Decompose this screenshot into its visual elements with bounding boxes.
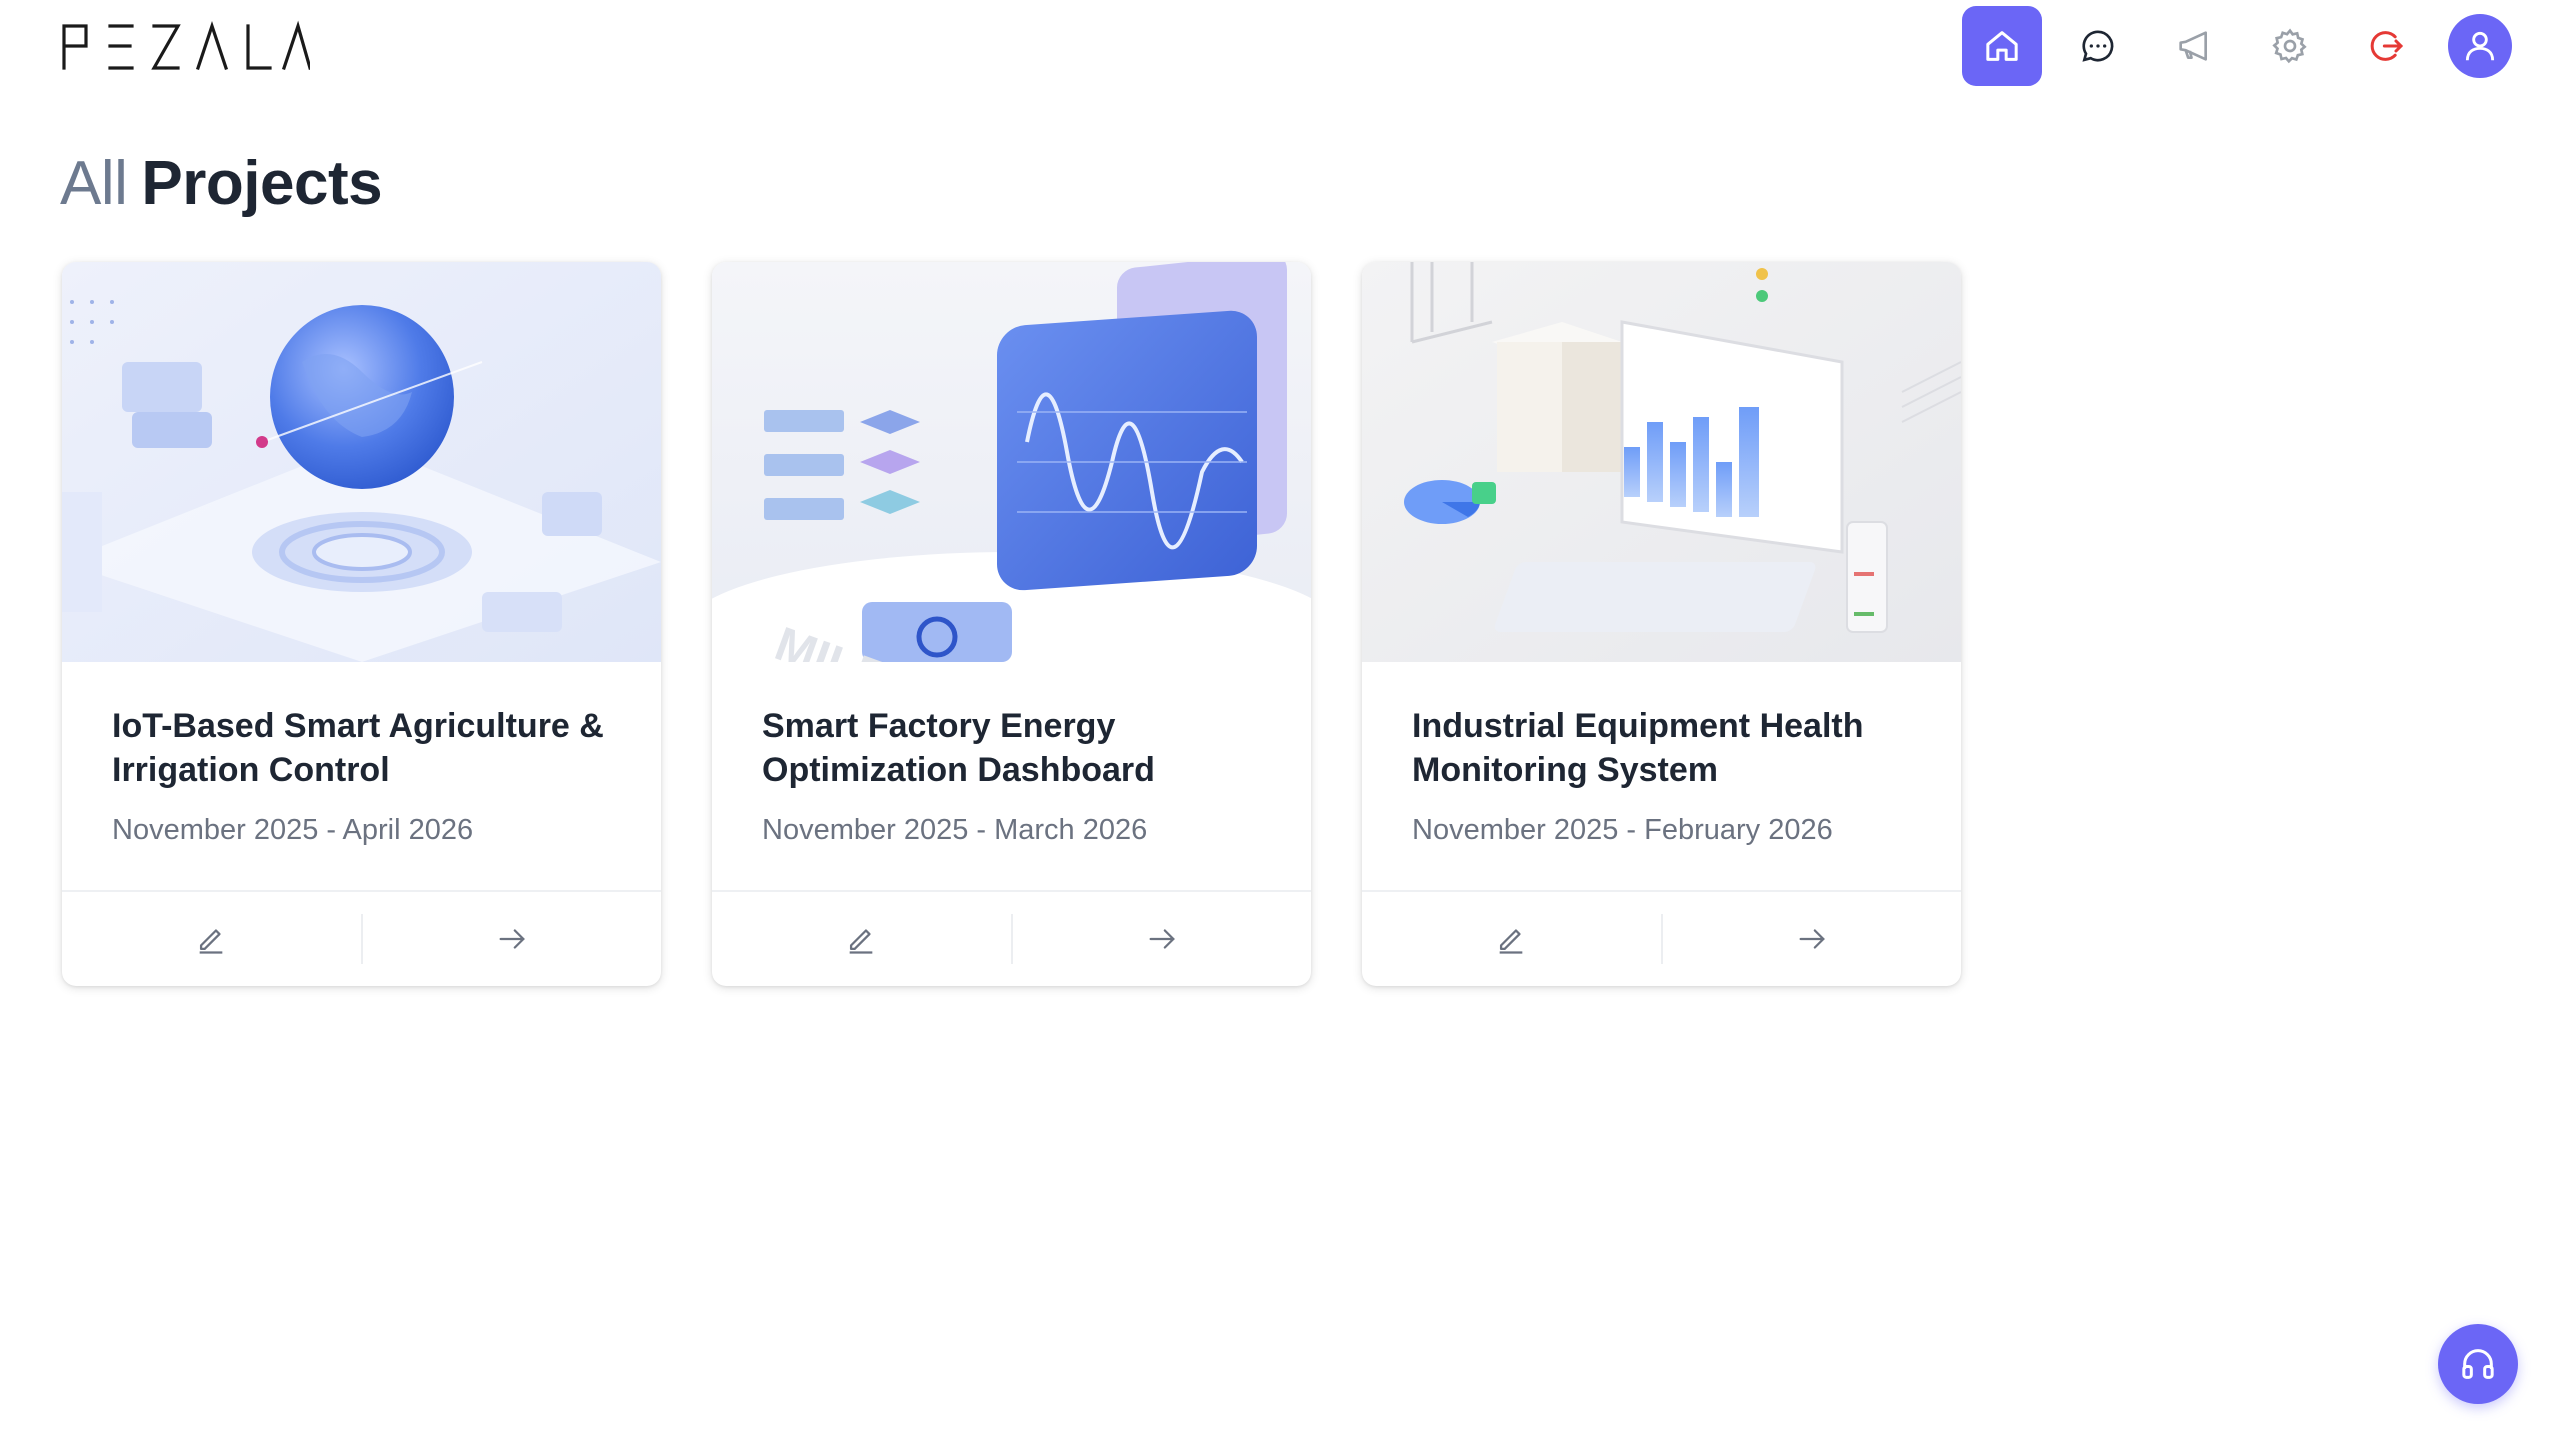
user-icon	[2465, 31, 2495, 61]
edit-project-button[interactable]	[62, 892, 361, 986]
pezala-logo[interactable]	[60, 20, 312, 72]
nav-logout-button[interactable]	[2346, 6, 2426, 86]
user-avatar-button[interactable]	[2448, 14, 2512, 78]
nav-announcements-button[interactable]	[2154, 6, 2234, 86]
project-card-body: Smart Factory Energy Optimization Dashbo…	[712, 662, 1311, 890]
home-icon	[1986, 31, 2018, 61]
project-dates: November 2025 - April 2026	[112, 814, 474, 846]
project-card-actions	[1362, 890, 1961, 986]
page-title: All Projects	[60, 148, 383, 219]
project-dates: November 2025 - March 2026	[762, 814, 1148, 846]
nav-home-button[interactable]	[1962, 6, 2042, 86]
arrow-right-icon	[1149, 929, 1175, 949]
headphones-icon	[2462, 1349, 2494, 1379]
project-title[interactable]: Industrial Equipment Health Monitoring S…	[1412, 704, 1911, 792]
project-dates: November 2025 - February 2026	[1412, 814, 1833, 846]
project-card-body: Industrial Equipment Health Monitoring S…	[1362, 662, 1961, 890]
open-project-button[interactable]	[1663, 892, 1962, 986]
edit-project-button[interactable]	[712, 892, 1011, 986]
logout-icon	[2370, 31, 2404, 61]
logo-wordmark	[62, 20, 312, 71]
project-card-actions	[62, 890, 661, 986]
project-title[interactable]: IoT-Based Smart Agriculture & Irrigation…	[112, 704, 611, 792]
project-card[interactable]: MILE Smart Factory Energy Optimization D…	[712, 262, 1311, 986]
project-thumbnail-laptop	[1362, 262, 1961, 662]
megaphone-icon	[2179, 31, 2207, 61]
nav-messages-button[interactable]	[2058, 6, 2138, 86]
edit-project-button[interactable]	[1362, 892, 1661, 986]
project-card-actions	[712, 890, 1311, 986]
project-card-body: IoT-Based Smart Agriculture & Irrigation…	[62, 662, 661, 890]
top-nav	[1946, 6, 2512, 86]
pencil-icon	[199, 929, 223, 954]
pencil-icon	[1499, 929, 1523, 954]
open-project-button[interactable]	[1013, 892, 1312, 986]
page-title-prefix: All	[60, 149, 128, 218]
nav-settings-button[interactable]	[2250, 6, 2330, 86]
open-project-button[interactable]	[363, 892, 662, 986]
page-title-main: Projects	[141, 149, 383, 218]
project-thumbnail-dashboard: MILE	[712, 262, 1311, 662]
arrow-right-icon	[1799, 929, 1825, 949]
project-title[interactable]: Smart Factory Energy Optimization Dashbo…	[762, 704, 1261, 792]
pencil-icon	[849, 929, 873, 954]
project-card-list: IoT-Based Smart Agriculture & Irrigation…	[62, 262, 2012, 986]
top-bar	[0, 0, 2550, 92]
arrow-right-icon	[499, 929, 525, 949]
chat-icon	[2082, 30, 2114, 62]
project-card[interactable]: IoT-Based Smart Agriculture & Irrigation…	[62, 262, 661, 986]
gear-icon	[2272, 28, 2307, 64]
project-card[interactable]: Industrial Equipment Health Monitoring S…	[1362, 262, 1961, 986]
support-chat-button[interactable]	[2438, 1324, 2518, 1404]
project-thumbnail-globe	[62, 262, 661, 662]
